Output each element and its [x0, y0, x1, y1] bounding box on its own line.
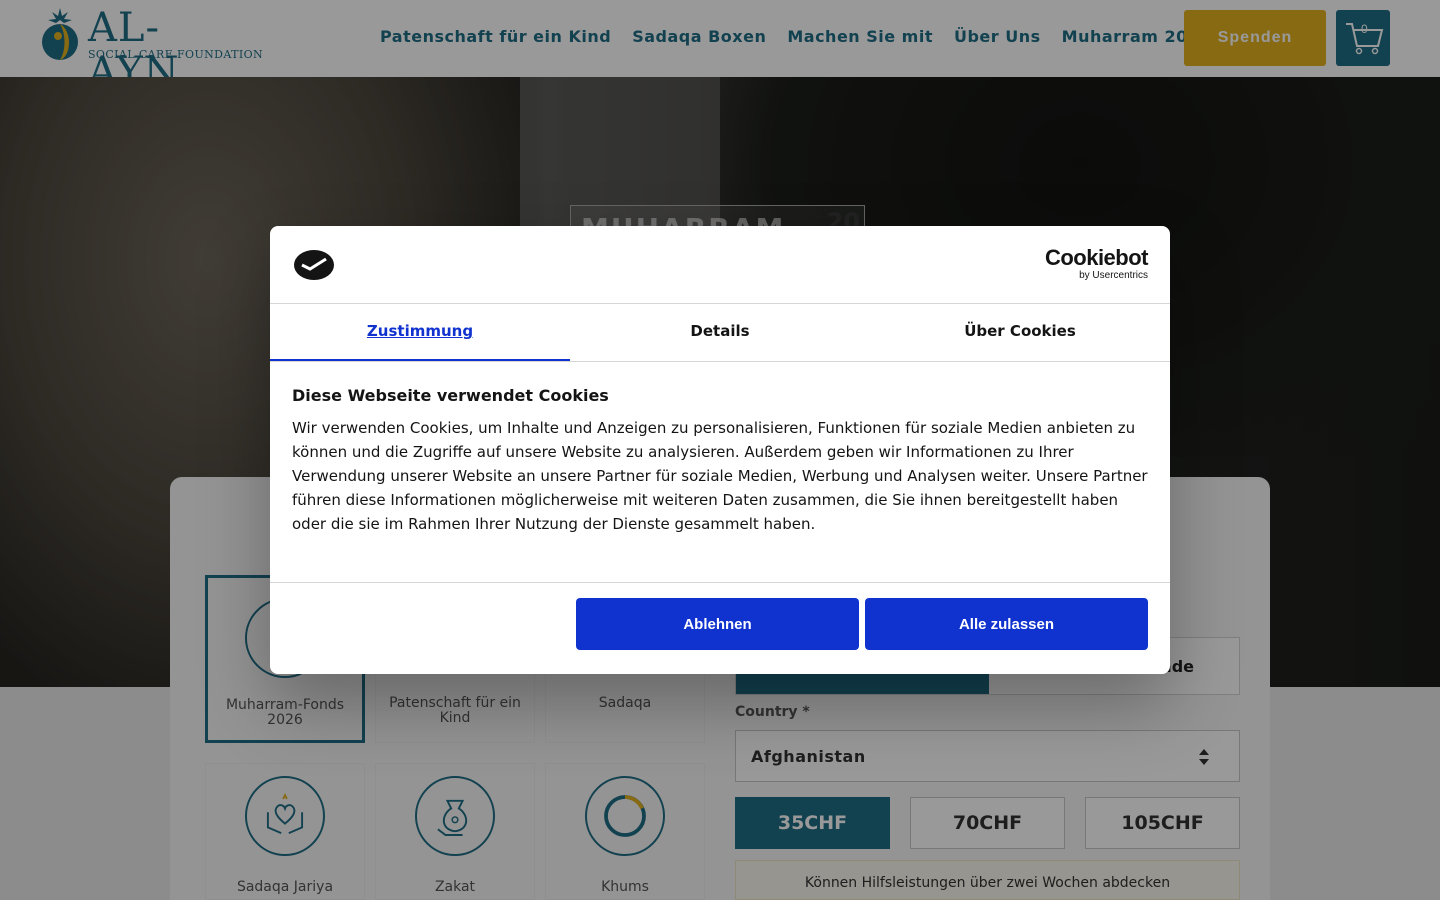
cookie-dialog-text: Wir verwenden Cookies, um Inhalte und An… — [292, 419, 1148, 533]
cookie-dialog-title: Diese Webseite verwendet Cookies — [292, 386, 609, 405]
accept-all-button[interactable]: Alle zulassen — [865, 598, 1148, 650]
cookie-tabs: Zustimmung Details Über Cookies — [270, 304, 1170, 362]
tab-details[interactable]: Details — [570, 304, 870, 362]
cookiebot-logo-text: Cookiebot — [1044, 245, 1149, 270]
dialog-divider — [270, 582, 1170, 583]
tab-ueber-cookies[interactable]: Über Cookies — [870, 304, 1170, 362]
cookie-consent-dialog: Cookiebot by Usercentrics Zustimmung Det… — [270, 226, 1170, 674]
cookiebot-brand[interactable]: Cookiebot by Usercentrics — [1044, 245, 1149, 282]
tab-zustimmung[interactable]: Zustimmung — [270, 304, 570, 362]
cookie-logo-icon — [294, 250, 334, 280]
cookiebot-logo-subtext: by Usercentrics — [1079, 270, 1148, 281]
decline-button[interactable]: Ablehnen — [576, 598, 859, 650]
dialog-divider — [270, 361, 1170, 362]
